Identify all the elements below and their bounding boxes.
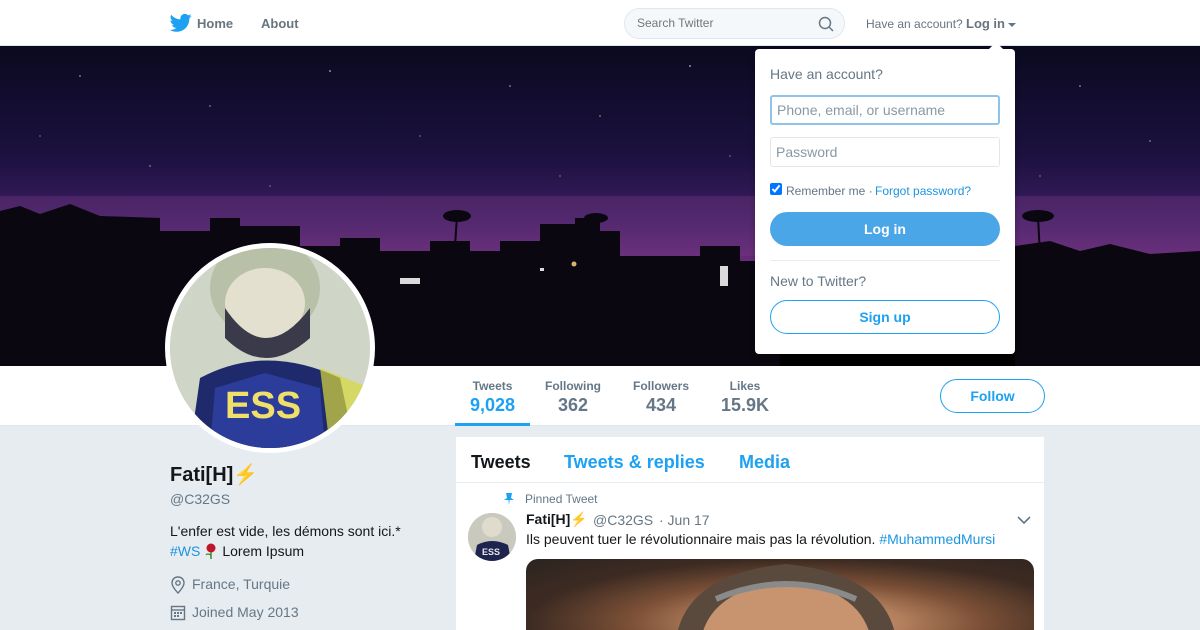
login-dropdown-toggle[interactable]: Log in: [966, 16, 1016, 31]
timeline-tabs: Tweets Tweets & replies Media: [456, 437, 1044, 483]
divider: [770, 260, 1000, 261]
stat-likes[interactable]: Likes 15.9K: [721, 379, 769, 416]
stat-tweets[interactable]: Tweets 9,028: [470, 379, 515, 416]
profile-location: France, Turquie: [170, 576, 370, 594]
joined-text: Joined May 2013: [192, 604, 299, 620]
login-toggle-label: Log in: [966, 16, 1005, 31]
username-input[interactable]: [770, 95, 1000, 125]
tweet-author-name-text: Fati[H]: [526, 511, 571, 527]
stat-value: 362: [557, 395, 589, 415]
have-account-text: Have an account?: [866, 17, 963, 31]
stat-label: Likes: [729, 379, 761, 393]
profile-avatar[interactable]: ESS: [165, 243, 375, 453]
signup-button[interactable]: Sign up: [770, 300, 1000, 334]
chevron-down-icon[interactable]: [1017, 516, 1031, 525]
tab-tweets[interactable]: Tweets: [471, 452, 531, 473]
new-to-twitter-text: New to Twitter?: [770, 273, 867, 289]
nav-home-link[interactable]: Home: [197, 16, 233, 31]
bio-text: Lorem Ipsum: [222, 543, 305, 559]
tab-tweets-and-replies[interactable]: Tweets & replies: [564, 452, 705, 473]
profile-name-text: Fati[H]: [170, 464, 234, 486]
login-button[interactable]: Log in: [770, 212, 1000, 246]
tweet-author-avatar[interactable]: ESS: [468, 513, 516, 561]
tweet-avatar-photo: ESS: [468, 513, 516, 561]
search-input[interactable]: [637, 16, 807, 30]
stat-value: 9,028: [470, 395, 516, 415]
top-navigation: Home About Have an account? Log in: [0, 0, 1200, 46]
tweet-media-image[interactable]: [526, 559, 1034, 630]
tweet-author-handle[interactable]: @C32GS: [593, 512, 653, 528]
stat-followers[interactable]: Followers 434: [633, 379, 689, 416]
tweet-date[interactable]: · Jun 17: [659, 512, 710, 528]
dropdown-caret: [988, 42, 1004, 50]
bio-hashtag-link[interactable]: #WS: [170, 543, 200, 559]
tweet-hashtag-link[interactable]: #MuhammedMursi: [879, 531, 995, 547]
profile-name[interactable]: Fati[H]⚡: [170, 462, 258, 487]
svg-text:ESS: ESS: [482, 547, 500, 557]
bio-line-1: L'enfer est vide, les démons sont ici.*: [170, 523, 401, 539]
bio-line-2: #WS Lorem Ipsum: [170, 543, 304, 559]
login-dropdown: Have an account? Remember me · Forgot pa…: [755, 42, 1015, 354]
remember-me-label: Remember me ·: [786, 184, 873, 198]
tweet-author-name[interactable]: Fati[H]⚡: [526, 511, 588, 528]
login-dropdown-title: Have an account?: [770, 66, 883, 82]
stat-label: Following: [545, 379, 601, 393]
follow-button[interactable]: Follow: [940, 379, 1045, 413]
stat-value: 434: [645, 395, 677, 415]
tweet-text: Ils peuvent tuer le révolutionnaire mais…: [526, 531, 995, 547]
rose-emoji-icon: [205, 543, 216, 559]
stat-value: 15.9K: [721, 395, 770, 415]
tweet-text-body: Ils peuvent tuer le révolutionnaire mais…: [526, 531, 876, 547]
nav-about-link[interactable]: About: [261, 16, 299, 31]
search-icon[interactable]: [818, 16, 834, 32]
lightning-emoji-icon: ⚡: [570, 511, 588, 527]
stat-label: Tweets: [472, 379, 513, 393]
pinned-tweet-label: Pinned Tweet: [525, 492, 598, 506]
forgot-password-link[interactable]: Forgot password?: [875, 184, 971, 198]
portrait-painting: [677, 564, 895, 630]
remember-me-checkbox[interactable]: [770, 183, 782, 195]
profile-handle[interactable]: @C32GS: [170, 491, 230, 507]
twitter-logo-icon[interactable]: [170, 13, 192, 33]
caret-down-icon: [1008, 22, 1016, 27]
location-pin-icon: [171, 576, 185, 594]
calendar-icon: [170, 605, 186, 621]
profile-joined-date: Joined May 2013: [170, 604, 370, 622]
stat-label: Followers: [633, 379, 690, 393]
avatar-photo: ESS: [170, 248, 370, 448]
password-input[interactable]: [770, 137, 1000, 167]
location-text: France, Turquie: [192, 576, 291, 592]
svg-text:ESS: ESS: [225, 385, 301, 427]
active-stat-underline: [455, 423, 530, 426]
search-box[interactable]: [624, 8, 845, 39]
timeline: Tweets Tweets & replies Media Pinned Twe…: [456, 437, 1044, 630]
tab-media[interactable]: Media: [739, 452, 790, 473]
lightning-emoji-icon: ⚡: [233, 464, 259, 486]
stat-following[interactable]: Following 362: [545, 379, 601, 416]
pin-icon: [504, 493, 514, 505]
